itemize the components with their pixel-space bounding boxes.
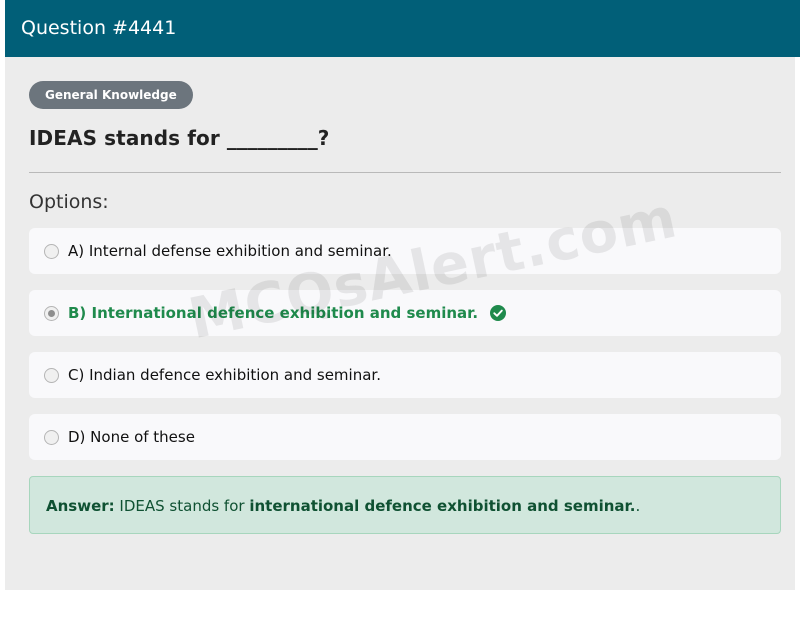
radio-button[interactable] (44, 367, 59, 383)
options-heading: Options: (29, 191, 109, 213)
option-b[interactable]: B) International defence exhibition and … (29, 290, 781, 336)
answer-prefix: IDEAS stands for (114, 497, 250, 515)
question-title: Question #4441 (21, 17, 177, 39)
radio-button[interactable] (44, 429, 59, 445)
radio-button[interactable] (44, 305, 59, 321)
option-label: C) Indian defence exhibition and seminar… (68, 366, 381, 384)
check-circle-icon (490, 305, 507, 321)
option-label: D) None of these (68, 428, 195, 446)
options-list: A) Internal defense exhibition and semin… (29, 228, 781, 460)
answer-emphasis: international defence exhibition and sem… (249, 497, 636, 515)
answer-suffix: . (635, 497, 641, 515)
option-label: B) International defence exhibition and … (68, 304, 479, 322)
answer-label: Answer: (46, 497, 115, 515)
question-body: General Knowledge IDEAS stands for _____… (29, 81, 781, 534)
option-d[interactable]: D) None of these (29, 414, 781, 460)
answer-box: Answer: IDEAS stands for international d… (29, 476, 781, 534)
radio-button[interactable] (44, 243, 59, 259)
question-text: IDEAS stands for _________? (29, 126, 330, 150)
category-badge[interactable]: General Knowledge (29, 81, 193, 109)
divider (29, 172, 781, 173)
option-c[interactable]: C) Indian defence exhibition and seminar… (29, 352, 781, 398)
option-label: A) Internal defense exhibition and semin… (68, 242, 392, 260)
option-a[interactable]: A) Internal defense exhibition and semin… (29, 228, 781, 274)
question-header: Question #4441 (5, 0, 800, 57)
question-card: Question #4441 General Knowledge IDEAS s… (0, 0, 800, 590)
